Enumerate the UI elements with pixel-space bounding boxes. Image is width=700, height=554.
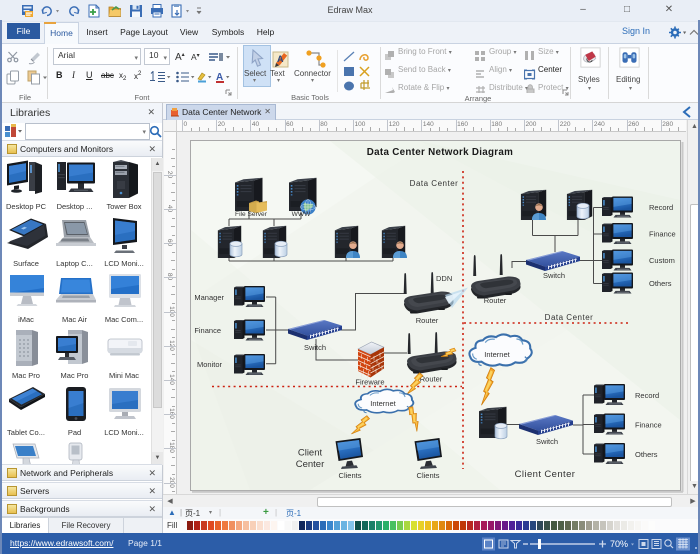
svg-text:Finance: Finance [194, 326, 221, 335]
svg-text:A: A [277, 54, 284, 64]
svg-text:DDN: DDN [436, 274, 452, 283]
svg-text:WWW: WWW [292, 211, 311, 218]
svg-text:Client: Client [298, 448, 323, 459]
svg-text:Data Center: Data Center [410, 179, 459, 188]
svg-text:Monitor: Monitor [197, 360, 223, 369]
svg-text:Switch: Switch [536, 437, 558, 446]
svg-text:Clients: Clients [339, 471, 362, 480]
svg-text:Record: Record [635, 391, 659, 400]
svg-text:Router: Router [416, 316, 439, 325]
svg-text:Client Center: Client Center [515, 469, 576, 480]
svg-text:File Server: File Server [235, 211, 268, 218]
svg-text:Switch: Switch [304, 343, 326, 352]
svg-text:70%: 70% [610, 539, 628, 549]
svg-text:Router: Router [420, 375, 443, 384]
svg-text:Clients: Clients [417, 471, 440, 480]
svg-text:Others: Others [635, 450, 658, 459]
svg-text:Custom: Custom [649, 256, 675, 265]
svg-text:Internet: Internet [484, 350, 510, 359]
svg-text:Router: Router [484, 296, 507, 305]
svg-text:Finance: Finance [635, 421, 662, 430]
svg-text:Data Center Network Diagram: Data Center Network Diagram [367, 147, 513, 158]
svg-text:Switch: Switch [543, 271, 565, 280]
svg-text:Data Center: Data Center [545, 313, 594, 322]
svg-text:Internet: Internet [370, 399, 396, 408]
svg-text:Center: Center [296, 459, 325, 470]
svg-text:Fireware: Fireware [355, 378, 384, 387]
svg-text:Record: Record [649, 203, 673, 212]
svg-text:Manager: Manager [194, 293, 224, 302]
svg-text:Finance: Finance [649, 230, 676, 239]
svg-text:Others: Others [649, 279, 672, 288]
